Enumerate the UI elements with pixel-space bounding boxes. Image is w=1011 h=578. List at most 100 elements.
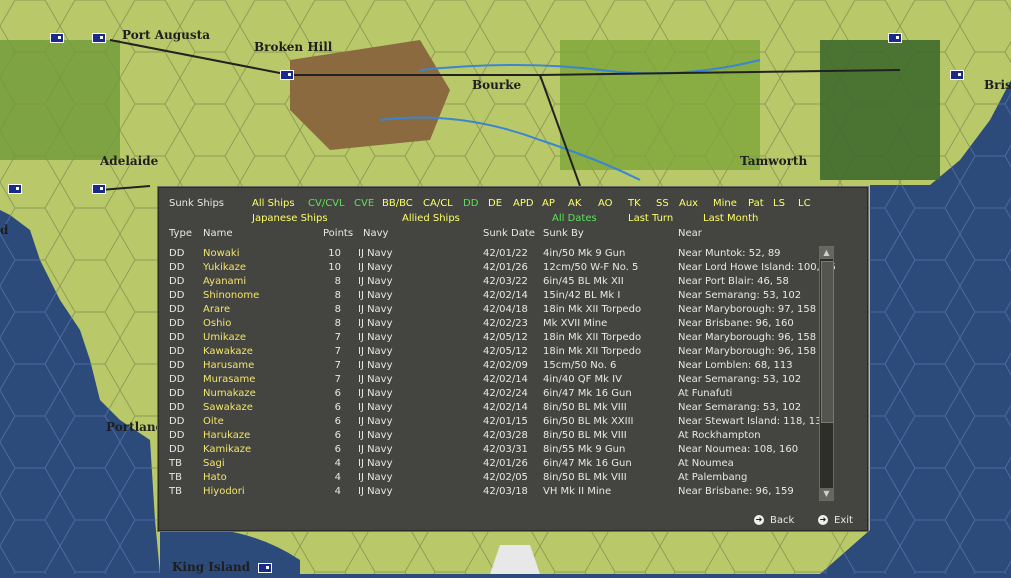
cell-points: 4 [334,472,341,483]
cell-points: 6 [334,416,341,427]
cell-date: 42/05/12 [483,346,528,357]
cell-name[interactable]: Shinonome [203,290,259,301]
cell-name[interactable]: Ayanami [203,276,246,287]
cell-by: 15in/42 BL Mk I [543,290,621,301]
allied-base-flag-icon[interactable] [258,563,272,573]
allied-base-flag-icon[interactable] [92,184,106,194]
table-row[interactable]: TB Sagi 4 IJ Navy 42/01/26 6in/47 Mk 16 Gun At… [158,458,818,472]
filter-ss[interactable]: SS [656,198,669,209]
filter-aux[interactable]: Aux [679,198,698,209]
city-label: Tamworth [740,154,808,168]
col-near[interactable]: Near [678,228,702,239]
cell-name[interactable]: Oshio [203,318,231,329]
filter-last-month[interactable]: Last Month [703,213,758,224]
table-row[interactable]: DD Umikaze 7 IJ Navy 42/05/12 18in Mk XII Tor… [158,332,818,346]
cell-by: 8in/50 BL Mk VIII [543,472,627,483]
table-row[interactable]: DD Arare 8 IJ Navy 42/04/18 18in Mk XII Torpe… [158,304,818,318]
table-row[interactable]: DD Oshio 8 IJ Navy 42/02/23 Mk XVII Mine Near … [158,318,818,332]
cell-date: 42/03/22 [483,276,528,287]
table-row[interactable]: DD Numakaze 6 IJ Navy 42/02/24 6in/47 Mk 16 G… [158,388,818,402]
filter-ap[interactable]: AP [542,198,555,209]
cell-near: Near Maryborough: 96, 158 [678,332,817,343]
cell-near: At Funafuti [678,388,733,399]
arrow-icon: ➜ [818,515,828,525]
col-name[interactable]: Name [203,228,233,239]
table-row[interactable]: DD Kamikaze 6 IJ Navy 42/03/31 8in/55 Mk 9 Gu… [158,444,818,458]
cell-near: Near Lomblen: 68, 113 [678,360,793,371]
filter-ca-cl[interactable]: CA/CL [423,198,453,209]
table-row[interactable]: DD Nowaki 10 IJ Navy 42/01/22 4in/50 Mk 9 Gun… [158,248,818,262]
scroll-down-icon[interactable]: ▼ [820,488,833,500]
allied-base-flag-icon[interactable] [280,70,294,80]
arrow-icon: ➜ [754,515,764,525]
table-row[interactable]: DD Shinonome 8 IJ Navy 42/02/14 15in/42 BL Mk… [158,290,818,304]
cell-name[interactable]: Umikaze [203,332,246,343]
cell-type: DD [169,248,185,259]
filter-dd[interactable]: DD [463,198,478,209]
cell-name[interactable]: Hiyodori [203,486,245,497]
cell-name[interactable]: Nowaki [203,248,239,259]
cell-name[interactable]: Sagi [203,458,225,469]
exit-button[interactable]: ➜ Exit [818,515,853,526]
table-row[interactable]: DD Oite 6 IJ Navy 42/01/15 6in/50 BL Mk XXIII… [158,416,828,430]
cell-name[interactable]: Kawakaze [203,346,253,357]
cell-type: DD [169,430,185,441]
table-row[interactable]: DD Ayanami 8 IJ Navy 42/03/22 6in/45 BL Mk XI… [158,276,818,290]
allied-base-flag-icon[interactable] [950,70,964,80]
filter-cv-cvl[interactable]: CV/CVL [308,198,345,209]
back-button[interactable]: ➜ Back [754,515,794,526]
table-row[interactable]: TB Hato 4 IJ Navy 42/02/05 8in/50 BL Mk VIII A… [158,472,818,486]
filter-all-dates[interactable]: All Dates [552,213,597,224]
table-row[interactable]: TB Hiyodori 4 IJ Navy 42/03/18 VH Mk II Mine N… [158,486,818,500]
filter-japanese-ships[interactable]: Japanese Ships [252,213,328,224]
cell-name[interactable]: Sawakaze [203,402,253,413]
allied-base-flag-icon[interactable] [8,184,22,194]
cell-navy: IJ Navy [358,416,393,427]
allied-base-flag-icon[interactable] [888,33,902,43]
cell-name[interactable]: Numakaze [203,388,256,399]
cell-type: TB [169,458,182,469]
filter-all-ships[interactable]: All Ships [252,198,295,209]
cell-near: Near Semarang: 53, 102 [678,290,802,301]
filter-last-turn[interactable]: Last Turn [628,213,673,224]
table-row[interactable]: DD Sawakaze 6 IJ Navy 42/02/14 8in/50 BL Mk V… [158,402,818,416]
filter-de[interactable]: DE [488,198,502,209]
filter-bb-bc[interactable]: BB/BC [382,198,413,209]
filter-pat[interactable]: Pat [748,198,764,209]
cell-name[interactable]: Harukaze [203,430,250,441]
filter-ls[interactable]: LS [773,198,785,209]
cell-date: 42/02/23 [483,318,528,329]
table-row[interactable]: DD Murasame 7 IJ Navy 42/02/14 4in/40 QF Mk I… [158,374,818,388]
filter-allied-ships[interactable]: Allied Ships [402,213,460,224]
cell-near: At Noumea [678,458,734,469]
col-points[interactable]: Points [323,228,353,239]
table-row[interactable]: DD Harusame 7 IJ Navy 42/02/09 15cm/50 No. 6 N… [158,360,818,374]
cell-name[interactable]: Harusame [203,360,254,371]
cell-name[interactable]: Yukikaze [203,262,246,273]
cell-name[interactable]: Murasame [203,374,255,385]
filter-tk[interactable]: TK [628,198,641,209]
cell-name[interactable]: Arare [203,304,230,315]
filter-cve[interactable]: CVE [354,198,374,209]
col-sunk-by[interactable]: Sunk By [543,228,584,239]
cell-name[interactable]: Kamikaze [203,444,251,455]
col-navy[interactable]: Navy [363,228,388,239]
table-row[interactable]: DD Kawakaze 7 IJ Navy 42/05/12 18in Mk XII To… [158,346,818,360]
scroll-up-icon[interactable]: ▲ [820,247,833,259]
cell-name[interactable]: Oite [203,416,224,427]
allied-base-flag-icon[interactable] [50,33,64,43]
col-type[interactable]: Type [169,228,192,239]
table-row[interactable]: DD Yukikaze 10 IJ Navy 42/01/26 12cm/50 W-F N… [158,262,836,276]
col-sunk-date[interactable]: Sunk Date [483,228,535,239]
filter-ao[interactable]: AO [598,198,613,209]
filter-mine[interactable]: Mine [713,198,737,209]
filter-lc[interactable]: LC [798,198,811,209]
allied-base-flag-icon[interactable] [92,33,106,43]
list-scrollbar[interactable]: ▲ ▼ [819,246,834,501]
table-row[interactable]: DD Harukaze 6 IJ Navy 42/03/28 8in/50 BL Mk V… [158,430,818,444]
scroll-thumb[interactable] [821,261,834,423]
cell-type: DD [169,262,185,273]
filter-ak[interactable]: AK [568,198,581,209]
filter-apd[interactable]: APD [513,198,534,209]
cell-name[interactable]: Hato [203,472,227,483]
